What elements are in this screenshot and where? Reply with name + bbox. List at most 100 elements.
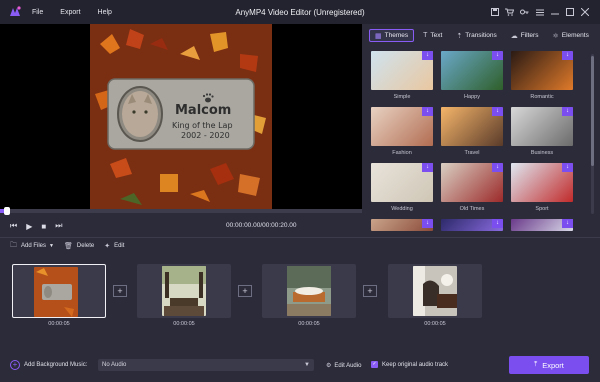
minimize-icon[interactable] xyxy=(547,5,562,19)
download-icon[interactable]: ↓ xyxy=(492,219,503,228)
export-button[interactable]: ⤒ Export xyxy=(509,356,589,374)
theme-thumbnail[interactable]: ↓ xyxy=(371,107,433,146)
themes-icon: ▦ xyxy=(375,32,382,40)
theme-item[interactable]: ↓ xyxy=(441,219,503,231)
theme-thumbnail[interactable]: ↓ xyxy=(511,219,573,231)
clip-duration: 00:00:05 xyxy=(48,321,70,327)
tab-text-label: Text xyxy=(430,32,443,39)
theme-thumbnail[interactable]: ↓ xyxy=(371,163,433,202)
add-music-label: Add Background Music: xyxy=(24,362,88,368)
download-icon[interactable]: ↓ xyxy=(562,107,573,116)
download-icon[interactable]: ↓ xyxy=(492,107,503,116)
clip-thumbnail xyxy=(287,266,331,316)
playback-scrubber[interactable] xyxy=(4,207,11,215)
theme-item[interactable]: ↓ Old Times xyxy=(441,163,503,219)
themes-scrollbar[interactable] xyxy=(591,54,594,214)
cart-icon[interactable] xyxy=(502,5,517,19)
elements-icon: ⚛ xyxy=(552,32,559,40)
theme-label: Fashion xyxy=(392,150,412,156)
add-transition-icon[interactable]: + xyxy=(113,285,127,297)
edit-audio-label: Edit Audio xyxy=(334,363,362,369)
checkbox-checked-icon[interactable]: ✓ xyxy=(371,361,378,368)
themes-scrollbar-thumb[interactable] xyxy=(591,56,594,166)
theme-item[interactable]: ↓ Business xyxy=(511,107,573,163)
theme-item[interactable]: ↓ Happy xyxy=(441,51,503,107)
theme-thumbnail[interactable]: ↓ xyxy=(441,107,503,146)
theme-item[interactable]: ↓ xyxy=(371,219,433,231)
theme-label: Simple xyxy=(393,94,411,100)
tab-filters[interactable]: ☁ Filters xyxy=(506,29,544,42)
tab-themes[interactable]: ▦ Themes xyxy=(369,29,415,42)
tab-transitions[interactable]: ⇡ Transitions xyxy=(451,29,501,42)
forward-icon[interactable]: ⏭ xyxy=(55,221,62,231)
storyboard-clip[interactable] xyxy=(262,264,356,318)
download-icon[interactable]: ↓ xyxy=(562,219,573,228)
storyboard-clip[interactable] xyxy=(137,264,231,318)
theme-item[interactable]: ↓ Fashion xyxy=(371,107,433,163)
menu-icon[interactable] xyxy=(532,5,547,19)
tab-text[interactable]: T Text xyxy=(418,29,447,42)
close-icon[interactable] xyxy=(577,5,592,19)
storyboard-clip[interactable] xyxy=(388,264,482,318)
download-icon[interactable]: ↓ xyxy=(492,163,503,172)
transitions-icon: ⇡ xyxy=(456,32,463,40)
tab-transitions-label: Transitions xyxy=(465,32,497,39)
export-icon: ⤒ xyxy=(534,361,538,368)
theme-thumbnail[interactable]: ↓ xyxy=(371,51,433,90)
preview-name-text: Malcom xyxy=(175,103,232,118)
save-icon[interactable] xyxy=(487,5,502,19)
download-icon[interactable]: ↓ xyxy=(562,163,573,172)
download-icon[interactable]: ↓ xyxy=(422,219,433,228)
player-controls: ⏮ ▶ ■ ⏭ xyxy=(0,215,362,237)
preview-years-text: 2002 - 2020 xyxy=(181,131,230,140)
play-icon[interactable]: ▶ xyxy=(26,222,32,231)
theme-item[interactable]: ↓ Sport xyxy=(511,163,573,219)
edit-button[interactable]: ✦ Edit xyxy=(104,242,124,250)
menu-export[interactable]: Export xyxy=(60,9,80,16)
theme-thumbnail[interactable]: ↓ xyxy=(511,51,573,90)
trash-icon: 🗑 xyxy=(63,243,73,250)
download-icon[interactable]: ↓ xyxy=(422,107,433,116)
edit-audio-button[interactable]: ⚙ Edit Audio xyxy=(326,362,361,369)
download-icon[interactable]: ↓ xyxy=(562,51,573,60)
video-preview[interactable]: Malcom King of the Lap 2002 - 2020 xyxy=(0,24,362,209)
add-files-button[interactable]: 🗀 Add Files ▼ xyxy=(10,241,54,252)
maximize-icon[interactable] xyxy=(562,5,577,19)
storyboard-clip[interactable] xyxy=(12,264,106,318)
menu-file[interactable]: File xyxy=(32,9,43,16)
add-transition-icon[interactable]: + xyxy=(363,285,377,297)
theme-label: Romantic xyxy=(530,94,554,100)
preview-subtitle-text: King of the Lap xyxy=(172,121,233,130)
clip-duration: 00:00:05 xyxy=(298,321,320,327)
tab-elements[interactable]: ⚛ Elements xyxy=(547,29,593,42)
theme-item[interactable]: ↓ Wedding xyxy=(371,163,433,219)
theme-item[interactable]: ↓ Travel xyxy=(441,107,503,163)
delete-button[interactable]: 🗑 Delete xyxy=(64,242,94,250)
download-icon[interactable]: ↓ xyxy=(422,163,433,172)
theme-thumbnail[interactable]: ↓ xyxy=(511,107,573,146)
theme-item[interactable]: ↓ xyxy=(511,219,573,231)
playback-timeline[interactable] xyxy=(0,207,362,215)
download-icon[interactable]: ↓ xyxy=(492,51,503,60)
theme-thumbnail[interactable]: ↓ xyxy=(511,163,573,202)
theme-item[interactable]: ↓ Romantic xyxy=(511,51,573,107)
delete-label: Delete xyxy=(76,243,95,249)
key-icon[interactable] xyxy=(517,5,532,19)
theme-thumbnail[interactable]: ↓ xyxy=(441,219,503,231)
add-transition-icon[interactable]: + xyxy=(238,285,252,297)
rewind-icon[interactable]: ⏮ xyxy=(10,221,17,231)
theme-item[interactable]: ↓ Simple xyxy=(371,51,433,107)
menu-help[interactable]: Help xyxy=(98,9,112,16)
theme-thumbnail[interactable]: ↓ xyxy=(441,51,503,90)
keep-audio-checkbox[interactable]: ✓ Keep original audio track xyxy=(371,361,448,368)
audio-select[interactable]: No Audio ▼ xyxy=(98,359,314,371)
stop-icon[interactable]: ■ xyxy=(41,222,46,231)
add-music-icon[interactable]: + xyxy=(10,360,20,370)
storyboard: 00:00:05 +00:00:05 +00:00:05 +00:00:05 xyxy=(0,258,600,338)
theme-thumbnail[interactable]: ↓ xyxy=(441,163,503,202)
chevron-down-icon: ▼ xyxy=(304,362,310,368)
tab-filters-label: Filters xyxy=(520,32,539,39)
download-icon[interactable]: ↓ xyxy=(422,51,433,60)
theme-thumbnail[interactable]: ↓ xyxy=(371,219,433,231)
export-label: Export xyxy=(542,360,564,370)
